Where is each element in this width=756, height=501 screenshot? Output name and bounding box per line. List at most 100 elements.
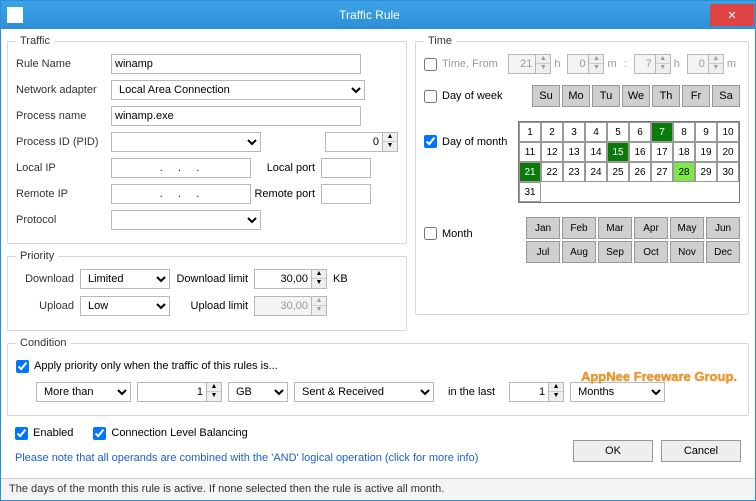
period-select[interactable]: Months	[570, 382, 665, 402]
protocol-select[interactable]	[111, 210, 261, 230]
dom-cell[interactable]: 14	[585, 142, 607, 162]
protocol-label: Protocol	[16, 214, 111, 226]
dom-cell[interactable]: 17	[651, 142, 673, 162]
dom-cell[interactable]: 11	[519, 142, 541, 162]
month-cell[interactable]: Jun	[706, 217, 740, 239]
upload-select[interactable]: Low	[80, 296, 170, 316]
dom-cell[interactable]: 8	[673, 122, 695, 142]
dom-cell[interactable]: 20	[717, 142, 739, 162]
priority-group: Priority Download Limited Download limit…	[7, 250, 407, 331]
localip-label: Local IP	[16, 162, 111, 174]
month-cell[interactable]: Dec	[706, 241, 740, 263]
localip-input[interactable]	[111, 158, 251, 178]
month-cell[interactable]: May	[670, 217, 704, 239]
month-check[interactable]: Month	[424, 227, 473, 240]
month-cell[interactable]: Oct	[634, 241, 668, 263]
time-group: Time Time, From ▲▼h ▲▼m : ▲▼h ▲▼m	[415, 35, 749, 315]
dom-cell[interactable]: 22	[541, 162, 563, 182]
dom-cell[interactable]: 23	[563, 162, 585, 182]
download-limit-spin[interactable]: ▲▼	[254, 269, 327, 289]
month-cell[interactable]: Feb	[562, 217, 596, 239]
dom-cell[interactable]: 29	[695, 162, 717, 182]
dom-cell[interactable]: 12	[541, 142, 563, 162]
month-cell[interactable]: Jul	[526, 241, 560, 263]
dom-cell[interactable]: 9	[695, 122, 717, 142]
apply-check[interactable]: Apply priority only when the traffic of …	[16, 360, 278, 373]
cmp-select[interactable]: More than	[36, 382, 131, 402]
dom-grid: 1234567891011121314151617181920212223242…	[518, 121, 740, 203]
dow-cell[interactable]: Tu	[592, 85, 620, 107]
dom-cell[interactable]: 16	[629, 142, 651, 162]
month-cell[interactable]: Mar	[598, 217, 632, 239]
dom-cell[interactable]: 7	[651, 122, 673, 142]
spin-up-icon[interactable]: ▲	[383, 133, 397, 142]
rule-name-input[interactable]	[111, 54, 361, 74]
dom-cell[interactable]: 5	[607, 122, 629, 142]
process-input[interactable]	[111, 106, 361, 126]
watermark: AppNee Freeware Group.	[581, 369, 737, 384]
download-select[interactable]: Limited	[80, 269, 170, 289]
dir-select[interactable]: Sent & Received	[294, 382, 434, 402]
dow-cell[interactable]: Th	[652, 85, 680, 107]
dom-cell[interactable]: 30	[717, 162, 739, 182]
pid-label: Process ID (PID)	[16, 136, 111, 148]
dom-cell[interactable]: 19	[695, 142, 717, 162]
remoteport-input[interactable]	[321, 184, 371, 204]
month-cell[interactable]: Nov	[670, 241, 704, 263]
ok-button[interactable]: OK	[573, 440, 653, 462]
dom-cell[interactable]: 6	[629, 122, 651, 142]
download-label: Download	[16, 273, 80, 285]
n-spin[interactable]: ▲▼	[509, 382, 564, 402]
dom-cell[interactable]: 24	[585, 162, 607, 182]
dom-check[interactable]: Day of month	[424, 135, 507, 148]
month-cell[interactable]: Apr	[634, 217, 668, 239]
traffic-group: Traffic Rule Name Network adapter Local …	[7, 35, 407, 244]
adapter-label: Network adapter	[16, 84, 111, 96]
dow-cell[interactable]: Fr	[682, 85, 710, 107]
dom-cell[interactable]: 15	[607, 142, 629, 162]
dom-cell[interactable]: 18	[673, 142, 695, 162]
adapter-select[interactable]: Local Area Connection	[111, 80, 365, 100]
time-from-check[interactable]: Time, From	[424, 58, 498, 71]
month-cell[interactable]: Sep	[598, 241, 632, 263]
pid-select[interactable]	[111, 132, 261, 152]
dom-cell[interactable]: 31	[519, 182, 541, 202]
remoteport-label: Remote port	[251, 188, 321, 200]
condition-legend: Condition	[16, 337, 70, 349]
close-button[interactable]: ✕	[710, 4, 754, 26]
kb-unit: KB	[333, 273, 348, 285]
month-cell[interactable]: Aug	[562, 241, 596, 263]
month-cell[interactable]: Jan	[526, 217, 560, 239]
titlebar: Traffic Rule ✕	[1, 1, 755, 29]
dow-cell[interactable]: Sa	[712, 85, 740, 107]
spin-down-icon[interactable]: ▼	[383, 142, 397, 151]
upload-limit-label: Upload limit	[170, 300, 254, 312]
dow-cell[interactable]: Mo	[562, 85, 590, 107]
remoteip-input[interactable]	[111, 184, 251, 204]
dow-check[interactable]: Day of week	[424, 90, 503, 103]
dom-cell[interactable]: 25	[607, 162, 629, 182]
dow-cell[interactable]: Su	[532, 85, 560, 107]
dom-cell[interactable]: 13	[563, 142, 585, 162]
enabled-check[interactable]: Enabled	[15, 427, 73, 440]
dow-grid: SuMoTuWeThFrSa	[532, 85, 740, 107]
localport-label: Local port	[251, 162, 321, 174]
dom-cell[interactable]: 10	[717, 122, 739, 142]
dom-cell[interactable]: 28	[673, 162, 695, 182]
dom-cell[interactable]: 27	[651, 162, 673, 182]
amount-spin[interactable]: ▲▼	[137, 382, 222, 402]
localport-input[interactable]	[321, 158, 371, 178]
dom-cell[interactable]: 4	[585, 122, 607, 142]
dom-cell[interactable]: 1	[519, 122, 541, 142]
traffic-legend: Traffic	[16, 35, 54, 47]
dom-cell[interactable]: 2	[541, 122, 563, 142]
unit-select[interactable]: GB	[228, 382, 288, 402]
pid-spin[interactable]: ▲▼	[325, 132, 398, 152]
dom-cell[interactable]: 21	[519, 162, 541, 182]
status-bar: The days of the month this rule is activ…	[1, 478, 755, 500]
balancing-check[interactable]: Connection Level Balancing	[93, 427, 247, 440]
dow-cell[interactable]: We	[622, 85, 650, 107]
cancel-button[interactable]: Cancel	[661, 440, 741, 462]
dom-cell[interactable]: 26	[629, 162, 651, 182]
dom-cell[interactable]: 3	[563, 122, 585, 142]
